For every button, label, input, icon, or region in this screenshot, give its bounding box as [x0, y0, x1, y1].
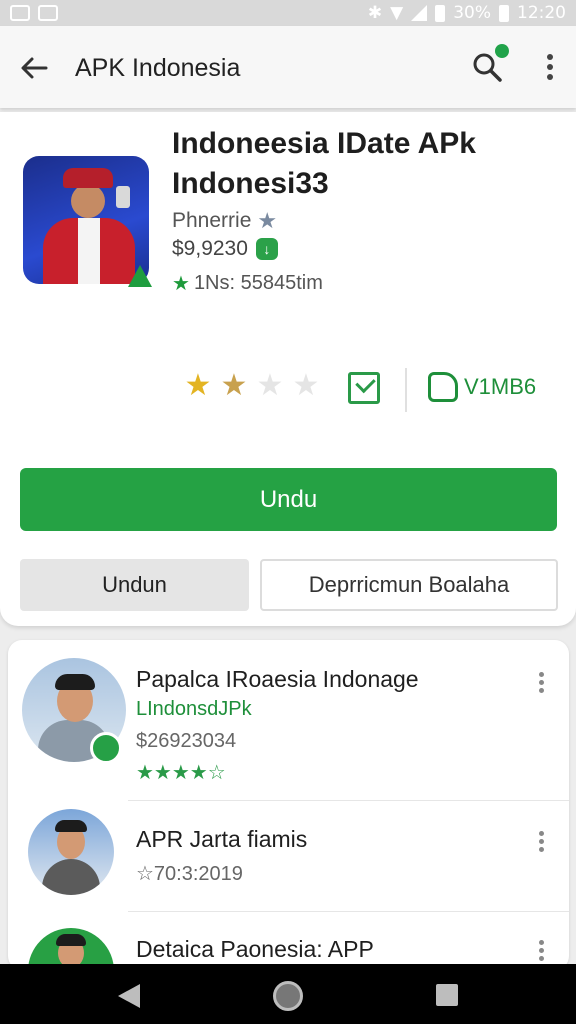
app-detail-card: Indoneesia IDate APk Indonesi33 Phnerrie…: [0, 112, 576, 626]
item-rating: ★★★★☆: [136, 762, 226, 784]
avatar: [28, 809, 114, 895]
star-icon: ★: [257, 208, 278, 233]
notification-dot: [495, 44, 509, 58]
nav-recents-icon[interactable]: [436, 984, 458, 1006]
verified-badge-icon: [128, 265, 152, 287]
checkbox-icon[interactable]: [348, 372, 380, 404]
battery-icon-2: [499, 4, 509, 22]
star-empty-icon[interactable]: ★: [252, 368, 288, 403]
star-full-icon[interactable]: ★: [216, 368, 252, 403]
divider: [405, 368, 407, 412]
battery-percent: 30%: [453, 3, 491, 23]
item-title: Detaica Paonesia: APP: [136, 936, 374, 962]
list-item[interactable]: APR Jarta fiamis ☆70:3:2019: [8, 801, 569, 911]
item-price: $26923034: [136, 730, 237, 752]
bluetooth-icon: ✱: [367, 3, 383, 23]
nav-back-icon[interactable]: [118, 984, 140, 1008]
nav-home-icon[interactable]: [273, 981, 303, 1011]
item-title: Papalca IRoaesia Indonage: [136, 666, 419, 692]
download-badge-icon: ↓: [255, 238, 278, 260]
install-button[interactable]: Undu: [20, 468, 557, 531]
app-bar: APK Indonesia: [0, 26, 576, 108]
outline-button[interactable]: Deprricmun Boalaha: [260, 559, 558, 611]
developer-name: Phnerrie: [172, 209, 252, 232]
app-badge-icon: [90, 732, 122, 764]
app-bar-title: APK Indonesia: [75, 54, 241, 82]
star-empty-icon[interactable]: ★: [288, 368, 324, 403]
rating-stars[interactable]: ★ ★ ★ ★: [180, 368, 324, 403]
more-vert-icon[interactable]: [536, 50, 564, 84]
photo-icon: [38, 5, 58, 21]
battery-icon: [435, 4, 446, 22]
install-count-line: ★ 1Ns: 55845tim: [172, 271, 323, 296]
price: $9,9230: [172, 237, 248, 260]
star-icon: ★: [172, 273, 190, 295]
related-apps-list: Papalca IRoaesia Indonage LIndonsdJPk $2…: [8, 640, 569, 970]
secondary-button[interactable]: Undun: [20, 559, 249, 611]
share-button[interactable]: V1MB6: [428, 372, 536, 402]
system-nav-bar: [0, 964, 576, 1024]
status-bar: ✱ ▼ 30% 12:20: [0, 0, 576, 26]
more-vert-icon[interactable]: [536, 670, 546, 696]
developer-line[interactable]: Phnerrie ★: [172, 208, 277, 234]
list-item[interactable]: Papalca IRoaesia Indonage LIndonsdJPk $2…: [8, 640, 569, 800]
back-arrow-icon[interactable]: [18, 52, 50, 84]
item-meta: ☆70:3:2019: [136, 863, 243, 885]
status-time: 12:20: [517, 3, 566, 23]
install-count: 1Ns: 55845tim: [193, 272, 323, 294]
price-line: $9,9230 ↓: [172, 237, 278, 261]
image-icon: [10, 5, 30, 21]
share-label: V1MB6: [464, 374, 537, 399]
star-full-icon[interactable]: ★: [180, 368, 216, 403]
item-title: APR Jarta fiamis: [136, 826, 308, 852]
item-subtitle: LIndonsdJPk: [136, 698, 252, 720]
more-vert-icon[interactable]: [536, 829, 546, 855]
wifi-icon: ▼: [390, 3, 404, 23]
app-name: Indoneesia IDate APk Indonesi33: [172, 127, 476, 200]
signal-icon: [411, 5, 428, 21]
more-vert-icon[interactable]: [536, 938, 546, 964]
list-item[interactable]: Detaica Paonesia: APP: [8, 912, 569, 970]
share-icon: [428, 372, 458, 402]
